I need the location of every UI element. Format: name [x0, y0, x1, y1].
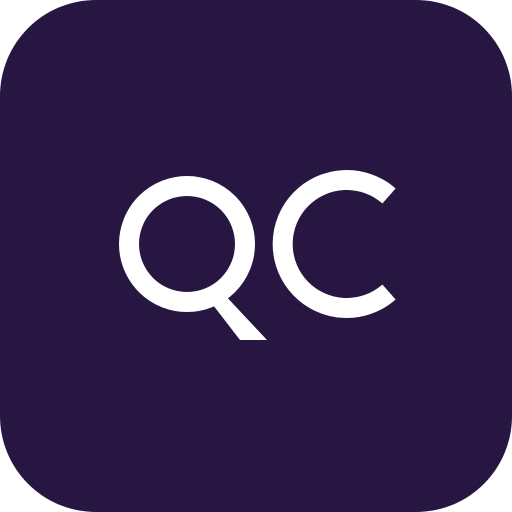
app-icon-tile: QC: [0, 0, 512, 512]
logo-letter-c: [272, 170, 396, 318]
logo-letter-q-ring: [119, 176, 255, 312]
qc-logo: QC: [119, 170, 396, 340]
logo-letter-q-tail: [203, 292, 267, 340]
